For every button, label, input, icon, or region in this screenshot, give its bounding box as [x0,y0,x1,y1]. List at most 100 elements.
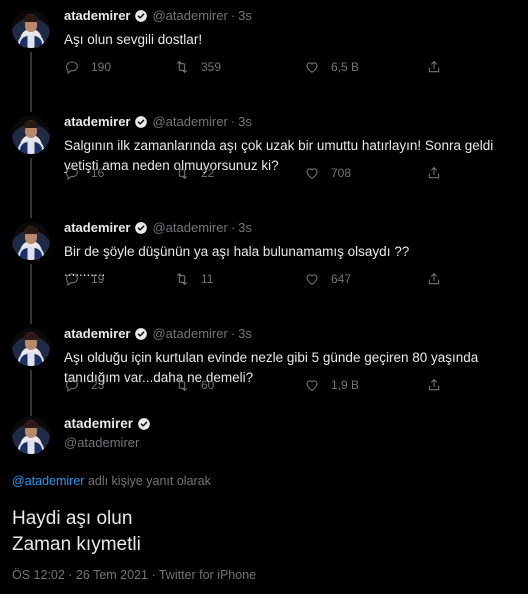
display-name[interactable]: atademirer [64,326,130,341]
share-icon [428,272,440,285]
avatar[interactable] [12,116,50,154]
tweet-text-line: Aşı olun sevgili dostlar! [64,32,203,47]
tweet-time[interactable]: 3s [238,114,252,129]
thread-connector-line [30,264,32,324]
reply-mention-link[interactable]: @atademirer [12,474,84,488]
focused-tweet-line: Haydi aşı olun [12,508,133,529]
avatar[interactable] [12,328,50,366]
verified-badge-icon [135,9,148,22]
retweet-count: 22 [201,166,215,180]
focused-tweet-line: Zaman kıymetli [12,534,141,555]
share-button[interactable] [426,165,442,181]
share-button[interactable] [426,271,442,287]
share-icon [428,60,440,73]
like-icon [306,274,318,285]
reply-icon [66,167,78,181]
like-icon [306,62,318,73]
tweet-actions: 23 60 1,9 B [64,377,454,395]
retweet-count: 359 [201,60,222,74]
user-handle[interactable]: @atademirer [152,8,227,23]
tweet-actions: 16 22 708 [64,165,454,183]
verified-badge-icon [138,417,150,430]
separator-dot: · [230,8,236,23]
retweet-button[interactable]: 11 [174,271,213,287]
retweet-icon [176,60,188,74]
tweet-header: atademirer @atademirer · 3s [64,326,252,341]
like-count: 708 [331,166,352,180]
share-button[interactable] [426,59,442,75]
tweet-header: atademirer @atademirer · 3s [64,220,252,235]
share-icon [428,378,440,391]
reply-button[interactable]: 190 [64,59,111,75]
tweet-header: atademirer @atademirer · 3s [64,8,252,23]
reply-to-suffix: adlı kişiye yanıt olarak [84,474,211,488]
tweet-time[interactable]: 3s [238,220,252,235]
retweet-count: 60 [201,378,215,392]
separator-dot: · [230,326,236,341]
user-handle[interactable]: @atademirer [152,220,227,235]
reply-icon [66,273,78,287]
like-button[interactable]: 6,5 B [304,59,359,75]
reply-count: 23 [91,378,105,392]
like-button[interactable]: 647 [304,271,351,287]
tweet-time[interactable]: 3s [238,326,252,341]
avatar[interactable] [12,222,50,260]
reply-icon [66,379,78,393]
reply-button[interactable]: 23 [64,377,104,393]
focused-tweet-text: Haydi aşı olun Zaman kıymetli [12,506,141,558]
retweet-count: 11 [201,272,214,286]
separator-dot: · [230,114,236,129]
display-name[interactable]: atademirer [64,8,130,23]
verified-badge-icon [135,327,148,340]
tweet-timestamp-meta[interactable]: ÖS 12:02 · 26 Tem 2021 · Twitter for iPh… [12,568,256,582]
like-count: 647 [331,272,352,286]
thread-connector-line [30,52,32,112]
tweet-text-line: Aşı olduğu için kurtulan evinde nezle gi… [64,350,479,365]
like-button[interactable]: 708 [304,165,351,181]
tweet[interactable]: atademirer @atademirer · 3s Aşı olun sev… [0,0,528,112]
avatar[interactable] [12,416,50,454]
user-handle[interactable]: @atademirer [152,326,227,341]
focused-tweet-author: atademirer [64,416,155,431]
display-name[interactable]: atademirer [64,114,130,129]
like-button[interactable]: 1,9 B [304,377,359,393]
reply-count: 16 [91,166,105,180]
share-button[interactable] [426,377,442,393]
reply-button[interactable]: 19 [64,271,104,287]
like-count: 6,5 B [331,60,360,74]
share-icon [428,166,440,179]
like-icon [306,380,318,391]
display-name[interactable]: atademirer [64,416,133,431]
tweet[interactable]: atademirer @atademirer · 3s Aşı olduğu i… [0,318,528,430]
like-count: 1,9 B [331,378,360,392]
tweet-thread: atademirer @atademirer · 3s Aşı olun sev… [0,0,528,430]
thread-connector-line [30,158,32,218]
replying-to-label: @atademirer adlı kişiye yanıt olarak [12,474,211,488]
verified-badge-icon [135,221,148,234]
avatar[interactable] [12,10,50,48]
verified-badge-icon [135,115,148,128]
like-icon [306,168,318,179]
retweet-button[interactable]: 359 [174,59,221,75]
reply-count: 19 [91,272,105,286]
tweet-actions: 190 359 6,5 B [64,59,454,77]
user-handle[interactable]: @atademirer [64,435,139,450]
reply-icon [66,61,78,75]
retweet-icon [176,166,188,180]
tweet[interactable]: atademirer @atademirer · 3s Salgının ilk… [0,106,528,218]
retweet-button[interactable]: 22 [174,165,214,181]
user-handle[interactable]: @atademirer [152,114,227,129]
retweet-button[interactable]: 60 [174,377,214,393]
tweet[interactable]: atademirer @atademirer · 3s Bir de şöyle… [0,212,528,324]
retweet-icon [176,378,188,392]
reply-count: 190 [91,60,112,74]
tweet-actions: 19 11 647 [64,271,454,289]
tweet-text: Aşı olun sevgili dostlar! [64,30,514,50]
display-name[interactable]: atademirer [64,220,130,235]
tweet-text-line: Salgının ilk zamanlarında aşı çok uzak b… [64,138,494,153]
reply-button[interactable]: 16 [64,165,104,181]
tweet-header: atademirer @atademirer · 3s [64,114,252,129]
separator-dot: · [230,220,236,235]
retweet-icon [176,272,188,286]
tweet-time[interactable]: 3s [238,8,252,23]
